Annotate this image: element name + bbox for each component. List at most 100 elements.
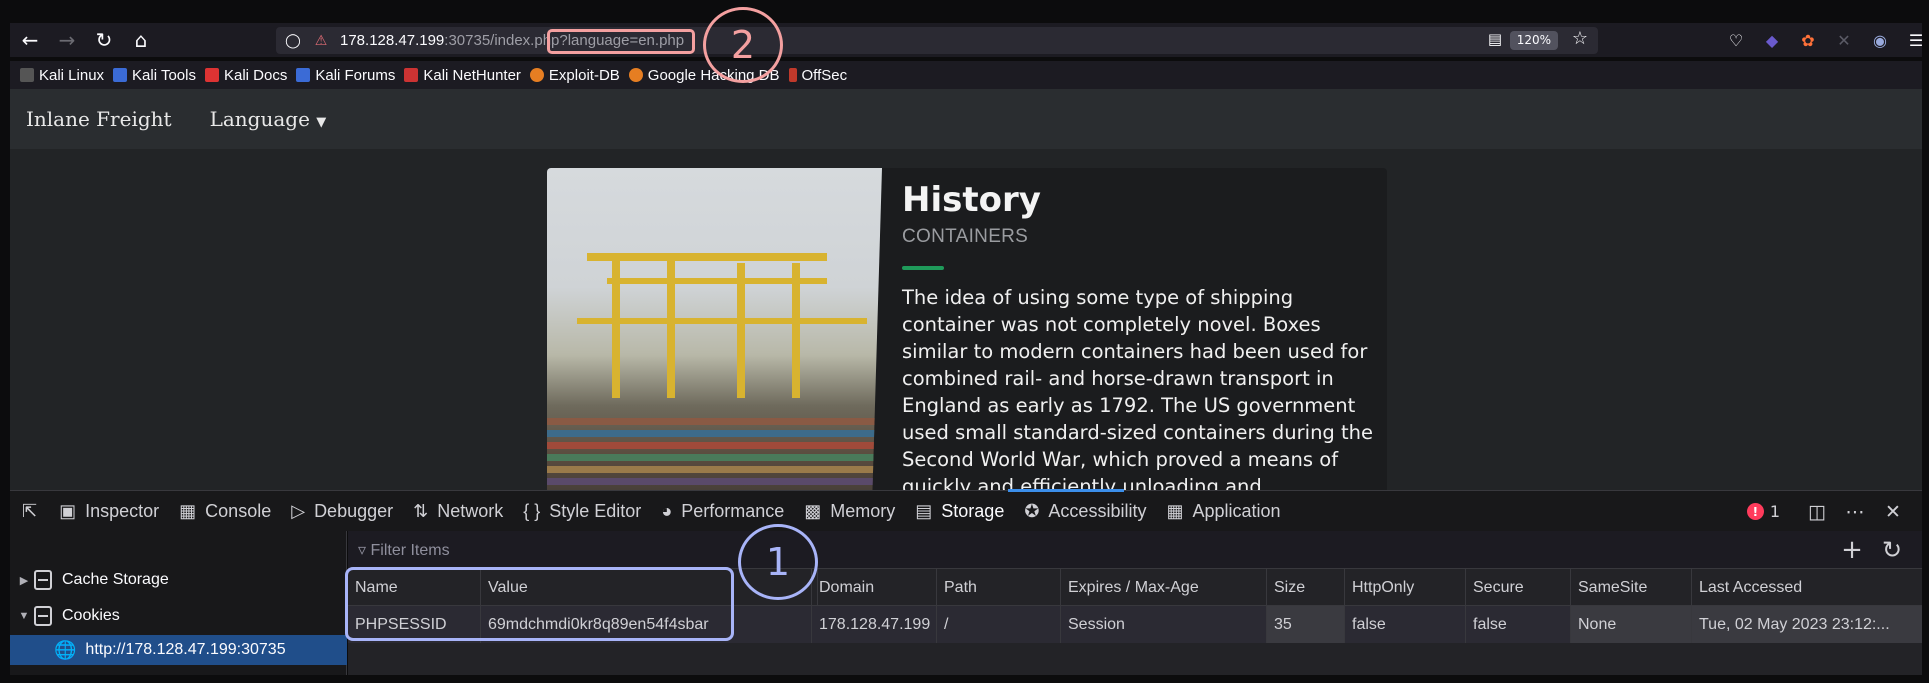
bookmarks-bar: Kali Linux Kali Tools Kali Docs Kali For… [10, 61, 1922, 89]
kali-docs-icon [204, 68, 219, 82]
filter-actions: + ↻ [1832, 531, 1912, 569]
tree-item-origin[interactable]: 🌐 http://178.128.47.199:30735 [10, 635, 347, 665]
filter-icon: ▿ [358, 541, 367, 559]
column-header[interactable]: Path [936, 569, 1060, 606]
bookmark-offsec[interactable]: OffSec [788, 67, 847, 84]
column-header[interactable]: Last Accessed [1691, 569, 1922, 606]
table-cell: false [1344, 606, 1465, 643]
column-header[interactable]: SameSite [1570, 569, 1691, 606]
exploit-db-icon [529, 68, 544, 82]
menu-icon[interactable]: ☰ [1898, 23, 1929, 57]
site-brand[interactable]: Inlane Freight [26, 107, 172, 131]
lock-icon[interactable]: ⚠ [310, 30, 332, 52]
column-header[interactable]: HttpOnly [1344, 569, 1465, 606]
table-cell: 178.128.47.199 [811, 606, 936, 643]
add-item-icon[interactable]: + [1832, 535, 1872, 565]
zoom-level[interactable]: 120% [1509, 31, 1558, 50]
expand-arrow-icon[interactable]: ▶ [14, 574, 34, 587]
column-header[interactable]: Size [1266, 569, 1344, 606]
extension-icon[interactable]: ✕ [1826, 23, 1862, 57]
error-icon: ! [1746, 503, 1764, 520]
tab-storage[interactable]: ▤ Storage [905, 491, 1014, 532]
card-content: History CONTAINERS The idea of using som… [902, 180, 1382, 490]
tab-style-editor[interactable]: { } Style Editor [513, 491, 651, 532]
forward-icon[interactable]: → [50, 23, 84, 57]
error-counter[interactable]: ! 1 [1746, 502, 1780, 521]
more-options-icon[interactable]: ⋯ [1836, 501, 1874, 523]
dock-icon[interactable]: ◫ [1798, 501, 1836, 523]
tab-application[interactable]: ▦ Application [1156, 491, 1290, 532]
bookmark-kali-forums[interactable]: Kali Forums [296, 67, 395, 84]
active-tab-indicator [1008, 489, 1124, 492]
annotation-box-cookie [345, 567, 734, 641]
tab-inspector[interactable]: ▣ Inspector [49, 491, 169, 532]
tab-console[interactable]: ▦ Console [169, 491, 281, 532]
reader-view-icon[interactable]: ▤ [1488, 30, 1502, 48]
close-icon[interactable]: ✕ [1874, 501, 1912, 523]
table-cell: / [936, 606, 1060, 643]
table-cell: None [1570, 606, 1691, 643]
table-cell: Tue, 02 May 2023 23:12:... [1691, 606, 1922, 643]
element-picker-icon[interactable]: ⇱ [10, 491, 49, 532]
browser-window: ← → ↻ ⌂ ◯ ⚠ 178.128.47.199:30735/index.p… [0, 0, 1929, 683]
refresh-icon[interactable]: ↻ [1872, 536, 1912, 564]
tab-network[interactable]: ⇅ Network [403, 491, 513, 532]
performance-icon: ◕ [661, 500, 673, 521]
storage-tree: ▶ Cache Storage ▼ Cookies 🌐 http://178.1… [10, 531, 347, 675]
table-cell: false [1465, 606, 1570, 643]
filter-input[interactable]: ▿ Filter Items [358, 540, 450, 560]
site-navbar: Inlane Freight Language ▼ [10, 89, 1922, 149]
extension-buttons: ♡ ◆ ✿ ✕ ◉ ☰ [1718, 23, 1929, 57]
extension-icon[interactable]: ✿ [1790, 23, 1826, 57]
globe-icon: 🌐 [54, 639, 77, 660]
language-dropdown[interactable]: Language ▼ [210, 107, 327, 131]
table-cell: Session [1060, 606, 1266, 643]
browser-toolbar: ← → ↻ ⌂ ◯ ⚠ 178.128.47.199:30735/index.p… [10, 23, 1923, 57]
filter-bar: ▿ Filter Items + ↻ [348, 531, 1922, 569]
tree-item-cookies[interactable]: ▼ Cookies [10, 601, 347, 631]
tab-memory[interactable]: ▩ Memory [794, 491, 905, 532]
bookmark-kali-docs[interactable]: Kali Docs [204, 67, 287, 84]
storage-icon [34, 570, 52, 590]
shield-icon[interactable]: ◯ [282, 30, 304, 52]
card-subtitle: CONTAINERS [902, 226, 1029, 247]
bookmark-exploit-db[interactable]: Exploit-DB [529, 67, 620, 84]
star-icon[interactable]: ☆ [1572, 28, 1588, 49]
network-icon: ⇅ [413, 500, 429, 521]
storage-icon: ▤ [915, 500, 933, 521]
tree-item-cache-storage[interactable]: ▶ Cache Storage [10, 565, 347, 595]
ghdb-icon [628, 68, 643, 82]
collapse-arrow-icon[interactable]: ▼ [14, 610, 34, 622]
extension-icon[interactable]: ◆ [1754, 23, 1790, 57]
kali-tools-icon [113, 68, 128, 82]
memory-icon: ▩ [804, 500, 822, 521]
console-icon: ▦ [179, 500, 197, 521]
tab-accessibility[interactable]: ✪ Accessibility [1014, 491, 1156, 532]
bookmark-kali-nethunter[interactable]: Kali NetHunter [404, 67, 521, 84]
annotation-box-url-param [547, 29, 695, 54]
annotation-marker-2: 2 [703, 7, 783, 83]
bookmark-kali-tools[interactable]: Kali Tools [113, 67, 196, 84]
nethunter-icon [404, 68, 419, 82]
url-bar[interactable]: ◯ ⚠ 178.128.47.199:30735/index.php?langu… [276, 27, 1598, 54]
column-header[interactable]: Secure [1465, 569, 1570, 606]
accessibility-icon: ✪ [1024, 500, 1040, 521]
card-body-text: The idea of using some type of shipping … [902, 286, 1374, 490]
reload-icon[interactable]: ↻ [87, 23, 121, 57]
pocket-icon[interactable]: ♡ [1718, 23, 1754, 57]
column-header[interactable]: Expires / Max-Age [1060, 569, 1266, 606]
home-icon[interactable]: ⌂ [124, 23, 158, 57]
caret-down-icon: ▼ [316, 115, 327, 130]
tab-debugger[interactable]: ▷ Debugger [281, 491, 403, 532]
kali-forums-icon [296, 68, 311, 82]
accent-divider [902, 266, 944, 270]
devtools-toolbar: ⇱ ▣ Inspector ▦ Console ▷ Debugger ⇅ Network… [10, 490, 1922, 531]
column-header[interactable]: Domain [811, 569, 936, 606]
bookmark-kali-linux[interactable]: Kali Linux [20, 67, 104, 84]
back-icon[interactable]: ← [13, 23, 47, 57]
offsec-icon [788, 68, 797, 82]
debugger-icon: ▷ [291, 500, 306, 521]
style-editor-icon: { } [523, 500, 541, 521]
extension-icon[interactable]: ◉ [1862, 23, 1898, 57]
application-icon: ▦ [1166, 500, 1184, 521]
